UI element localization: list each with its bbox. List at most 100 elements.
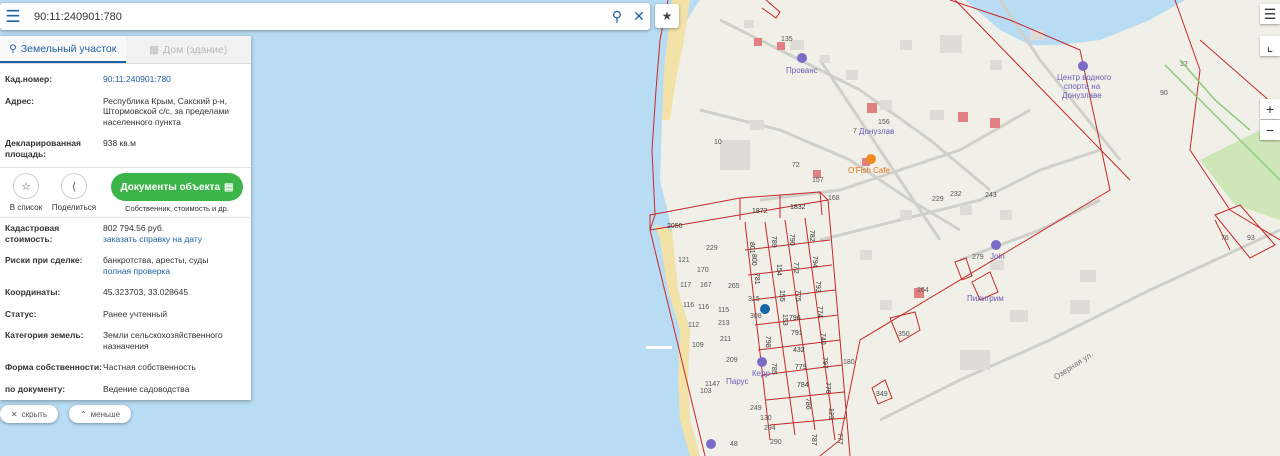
area-label-line: Декларированная	[5, 138, 81, 148]
hide-label: скрыть	[21, 409, 48, 419]
svg-text:155: 155	[778, 290, 785, 302]
search-icon[interactable]: ⚲	[606, 3, 628, 30]
coords-label: Координаты:	[5, 287, 61, 297]
svg-text:789: 789	[770, 236, 777, 248]
star-icon[interactable]: ☆	[13, 173, 39, 199]
zoom-in-button[interactable]: +	[1260, 99, 1280, 119]
svg-text:315: 315	[748, 296, 760, 303]
category-row: Категория земель: Земли сельскохозяйстве…	[0, 330, 251, 351]
svg-text:801: 801	[748, 242, 755, 254]
ownership-value: Частная собственность	[103, 362, 196, 372]
search-bar: ☰ ⚲ ✕	[0, 3, 650, 30]
cost-label-line: Кадастровая	[5, 223, 60, 233]
order-certificate-link[interactable]: заказать справку на дату	[103, 234, 246, 245]
svg-text:784: 784	[797, 382, 809, 389]
svg-text:781: 781	[753, 273, 760, 285]
tab-building[interactable]: ▦ Дом (здание)	[125, 36, 251, 63]
object-documents-button[interactable]: Документы объекта ▤	[111, 173, 243, 201]
category-line: Земли сельскохозяйственного	[103, 330, 223, 340]
svg-text:72: 72	[792, 162, 800, 169]
cost-amount: 802 794.56 руб.	[103, 223, 165, 233]
selected-parcel-marker[interactable]	[760, 304, 770, 314]
svg-text:1872: 1872	[752, 208, 768, 215]
svg-text:180: 180	[843, 359, 855, 366]
cost-label-line: стоимость:	[5, 233, 53, 244]
actions-bar: ☆ В список ⟨ Поделиться Документы объект…	[0, 167, 251, 218]
svg-text:432: 432	[793, 347, 805, 354]
info-panel: ⚲ Земельный участок ▦ Дом (здание) Кад.н…	[0, 36, 251, 400]
svg-text:7: 7	[853, 128, 857, 135]
hide-panel-button[interactable]: ✕ скрыть	[0, 405, 58, 423]
svg-text:спорта на: спорта на	[1064, 82, 1101, 91]
svg-text:211: 211	[720, 336, 731, 343]
info-bottom: Кадастровая стоимость: 802 794.56 руб. з…	[0, 223, 251, 394]
cad-value[interactable]: 90:11:240901:780	[103, 74, 246, 85]
menu-icon[interactable]: ☰	[0, 3, 26, 30]
svg-text:116: 116	[698, 304, 709, 311]
share[interactable]: ⟨ Поделиться	[50, 173, 98, 212]
svg-text:Прованс: Прованс	[786, 66, 818, 75]
svg-text:103: 103	[700, 388, 712, 395]
building-icon: ▦	[149, 43, 160, 56]
svg-text:800: 800	[750, 254, 757, 266]
cad-row: Кад.номер: 90:11:240901:780	[0, 74, 251, 85]
svg-text:740: 740	[819, 333, 826, 345]
ownership-label: Форма собственности:	[5, 362, 102, 372]
area-row: Декларированная площадь: 938 кв.м	[0, 138, 251, 159]
less-button[interactable]: ⌃ меньше	[69, 405, 131, 423]
status-value: Ранее учтенный	[103, 308, 168, 319]
svg-text:Донузлаве: Донузлаве	[1062, 91, 1102, 100]
svg-text:785: 785	[770, 363, 777, 375]
svg-text:93: 93	[1247, 235, 1255, 242]
add-to-list[interactable]: ☆ В список	[6, 173, 46, 212]
svg-text:130: 130	[760, 415, 772, 422]
tab-building-label: Дом (здание)	[163, 43, 228, 56]
svg-text:775: 775	[794, 290, 801, 302]
full-check-link[interactable]: полная проверка	[103, 266, 246, 277]
cost-value: 802 794.56 руб. заказать справку на дату	[103, 223, 246, 244]
svg-text:777: 777	[836, 433, 843, 445]
favorites-star-button[interactable]: ★	[655, 4, 679, 28]
share-icon[interactable]: ⟨	[61, 173, 87, 199]
coords-value: 45.323703, 33.028645	[103, 287, 189, 297]
svg-text:117: 117	[680, 282, 691, 289]
svg-text:782: 782	[808, 230, 815, 242]
tab-land-plot[interactable]: ⚲ Земельный участок	[0, 36, 126, 63]
svg-text:776: 776	[824, 382, 831, 394]
add-to-list-label: В список	[9, 203, 43, 212]
svg-text:Join: Join	[990, 252, 1005, 261]
svg-text:157: 157	[812, 177, 824, 184]
svg-text:48: 48	[730, 441, 738, 448]
svg-text:Пилигрим: Пилигрим	[967, 294, 1004, 303]
land-plot-icon: ⚲	[9, 42, 17, 55]
svg-text:349: 349	[876, 391, 888, 398]
layers-icon[interactable]: ☰	[1260, 4, 1280, 24]
svg-text:772: 772	[792, 262, 799, 274]
status-label: Статус:	[5, 308, 37, 319]
svg-text:779: 779	[795, 364, 807, 371]
svg-text:350: 350	[898, 331, 910, 338]
risk-value: банкротства, аресты, суды полная проверк…	[103, 255, 246, 276]
svg-text:121: 121	[678, 257, 690, 264]
svg-text:264: 264	[917, 287, 929, 294]
doc-row: по документу: Ведение садоводства	[0, 384, 251, 395]
cost-label: Кадастровая стоимость:	[5, 223, 103, 244]
search-input[interactable]	[26, 3, 606, 30]
svg-text:167: 167	[700, 282, 712, 289]
svg-text:153: 153	[781, 314, 788, 326]
svg-text:123: 123	[827, 408, 834, 420]
status-row: Статус: Ранее учтенный	[0, 309, 251, 320]
svg-text:109: 109	[692, 342, 704, 349]
svg-text:786: 786	[804, 398, 811, 410]
svg-text:156: 156	[878, 119, 890, 126]
less-label: меньше	[90, 409, 121, 419]
category-line: назначения	[103, 340, 149, 351]
zoom-out-button[interactable]: −	[1260, 120, 1280, 140]
svg-text:1147: 1147	[705, 381, 720, 388]
svg-text:265: 265	[728, 283, 740, 290]
measure-icon[interactable]: ⌞	[1260, 36, 1280, 56]
svg-text:76: 76	[1221, 235, 1229, 242]
close-icon[interactable]: ✕	[628, 3, 650, 30]
svg-text:774: 774	[816, 306, 823, 318]
info-top: Кад.номер: 90:11:240901:780 Адрес: Респу…	[0, 74, 251, 159]
